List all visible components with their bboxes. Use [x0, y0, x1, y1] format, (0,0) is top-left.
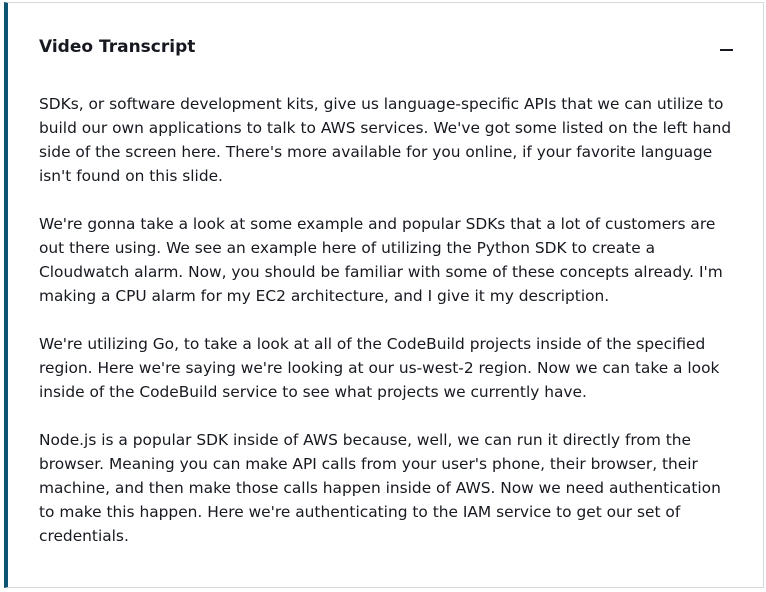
transcript-paragraph: We're gonna take a look at some example … — [39, 215, 723, 305]
transcript-paragraph: SDKs, or software development kits, give… — [39, 95, 732, 185]
transcript-header[interactable]: Video Transcript — [8, 3, 763, 83]
video-transcript-panel: Video Transcript SDKs, or software devel… — [4, 2, 764, 588]
transcript-body: SDKs, or software development kits, give… — [39, 92, 739, 572]
transcript-paragraph: We're utilizing Go, to take a look at al… — [39, 335, 720, 401]
minus-icon — [720, 49, 733, 51]
collapse-button[interactable] — [717, 37, 737, 57]
transcript-paragraph: Node.js is a popular SDK inside of AWS b… — [39, 431, 721, 545]
transcript-title: Video Transcript — [39, 37, 196, 57]
